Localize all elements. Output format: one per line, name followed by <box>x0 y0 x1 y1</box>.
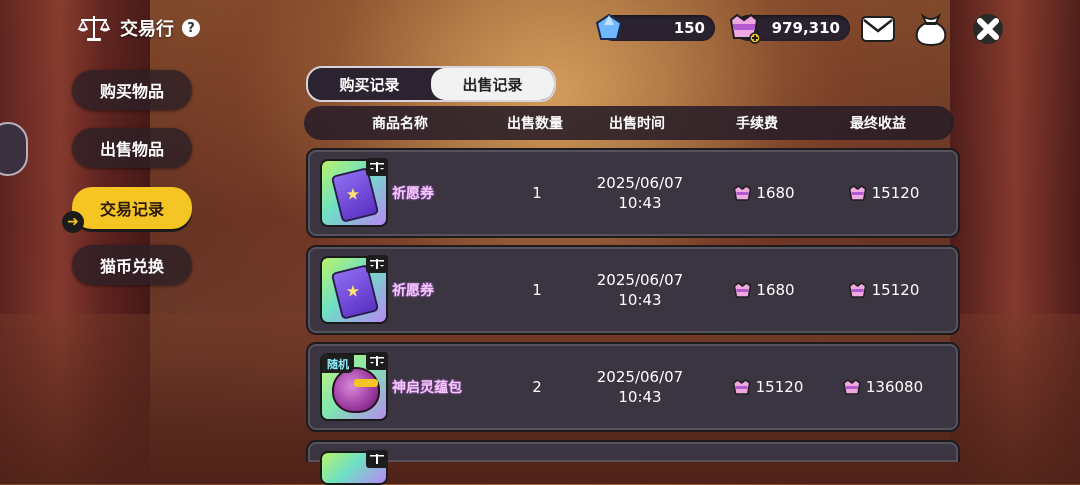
side-drawer-handle[interactable] <box>0 122 28 176</box>
mail-button[interactable] <box>860 12 896 46</box>
close-icon <box>973 14 1003 44</box>
table-row[interactable]: ★ 祈愿券 1 2025/06/07 10:43 1680 15120 <box>306 245 960 335</box>
header-item-name: 商品名称 <box>372 116 428 132</box>
sale-date: 2025/06/07 <box>596 368 684 386</box>
table-row[interactable] <box>306 440 960 485</box>
sale-time: 2025/06/07 10:43 <box>597 344 683 430</box>
cat-coin-icon <box>732 379 751 395</box>
income-amount: 15120 <box>871 281 920 299</box>
page-header: 交易行 ? <box>76 10 200 46</box>
trade-scale-icon <box>366 352 388 370</box>
bag-icon <box>915 12 947 46</box>
nav-buy-items[interactable]: 购买物品 <box>72 70 192 110</box>
sale-time: 2025/06/07 10:43 <box>597 247 683 333</box>
record-tabs: 购买记录 出售记录 <box>306 66 556 102</box>
sale-date: 2025/06/07 <box>596 174 684 192</box>
fee-amount: 1680 <box>756 184 795 202</box>
spirit-bag-icon <box>332 367 380 413</box>
income-amount: 136080 <box>865 378 924 396</box>
sale-clock: 10:43 <box>618 291 662 309</box>
random-tag: 随机 <box>322 355 354 373</box>
nav-sell-items[interactable]: 出售物品 <box>72 128 192 168</box>
header-fee: 手续费 <box>736 116 778 132</box>
sale-date: 2025/06/07 <box>596 271 684 289</box>
nav-trade-records[interactable]: 交易记录 <box>72 187 192 229</box>
item-name: 神启灵蕴包 <box>392 380 462 396</box>
trade-scale-icon <box>366 255 388 273</box>
sale-quantity: 1 <box>532 281 542 299</box>
scale-icon <box>77 16 111 41</box>
header-quantity: 出售数量 <box>507 116 563 132</box>
nav-cat-coin-exchange[interactable]: 猫币兑换 <box>72 245 192 285</box>
cat-coin-icon <box>843 379 861 395</box>
fee-value: 1680 <box>733 150 795 236</box>
cat-coin-icon <box>848 185 867 201</box>
sale-quantity: 2 <box>532 378 542 396</box>
table-row[interactable]: 随机 神启灵蕴包 2 2025/06/07 10:43 15120 136080 <box>306 342 960 432</box>
table-header: 商品名称 出售数量 出售时间 手续费 最终收益 <box>304 106 954 140</box>
income-value: 15120 <box>848 247 920 333</box>
sale-quantity: 1 <box>532 184 542 202</box>
income-value: 15120 <box>848 150 920 236</box>
gem-icon <box>595 13 623 40</box>
cat-coin-icon[interactable] <box>727 12 761 44</box>
header-final-income: 最终收益 <box>850 116 906 132</box>
cat-coin-icon <box>733 282 752 298</box>
cat-coin-icon <box>733 185 752 201</box>
sale-clock: 10:43 <box>618 194 662 212</box>
active-arrow-icon: ➜ <box>62 211 84 233</box>
item-name: 祈愿券 <box>392 186 434 202</box>
tab-purchase-records[interactable]: 购买记录 <box>308 68 431 100</box>
page-title: 交易行 <box>120 19 174 40</box>
fee-amount: 1680 <box>756 281 795 299</box>
mail-icon <box>861 16 895 42</box>
table-row[interactable]: ★ 祈愿券 1 2025/06/07 10:43 1680 15120 <box>306 148 960 238</box>
income-amount: 15120 <box>871 184 920 202</box>
fee-amount: 15120 <box>755 378 804 396</box>
fee-value: 1680 <box>733 247 795 333</box>
trade-scale-icon <box>366 158 388 176</box>
item-name: 祈愿券 <box>392 283 434 299</box>
income-value: 136080 <box>843 344 923 430</box>
trade-scale-icon <box>366 450 388 468</box>
header-sale-time: 出售时间 <box>609 116 665 132</box>
cat-coin-icon <box>848 282 867 298</box>
tab-sale-records[interactable]: 出售记录 <box>431 68 554 100</box>
fee-value: 15120 <box>732 344 804 430</box>
bag-button[interactable] <box>913 12 949 46</box>
sale-time: 2025/06/07 10:43 <box>597 150 683 236</box>
sale-clock: 10:43 <box>618 388 662 406</box>
close-button[interactable] <box>970 12 1006 46</box>
help-icon[interactable]: ? <box>182 19 200 37</box>
